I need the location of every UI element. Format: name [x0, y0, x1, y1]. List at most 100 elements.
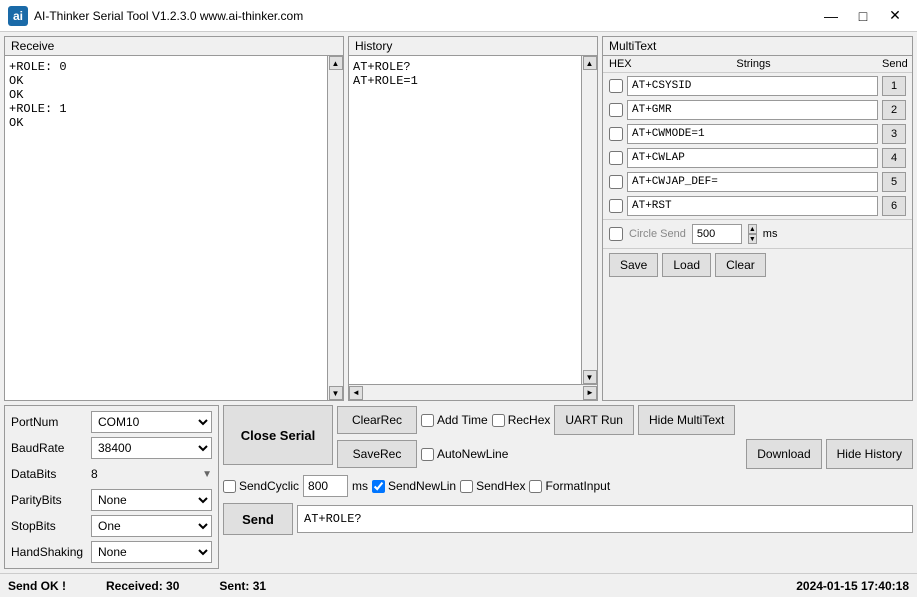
multitext-string-input-4[interactable]	[627, 148, 878, 168]
sendhex-checkbox-item: SendHex	[460, 479, 525, 493]
formatinput-checkbox-item: FormatInput	[529, 479, 610, 493]
multitext-send-btn-2[interactable]: 2	[882, 100, 906, 120]
top-panel: Receive +ROLE: 0 OK OK +ROLE: 1 OK ▲ ▼ H…	[4, 36, 913, 401]
paritybits-row: ParityBits None	[11, 488, 212, 512]
history-scrollbar-v[interactable]: ▲ ▼	[581, 56, 597, 384]
stopbits-select[interactable]: One	[91, 515, 212, 537]
autonewline-label: AutoNewLine	[437, 447, 508, 461]
saverec-button[interactable]: SaveRec	[337, 440, 417, 468]
receive-scrollbar[interactable]: ▲ ▼	[327, 56, 343, 400]
stopbits-row: StopBits One	[11, 514, 212, 538]
multitext-hex-checkbox-5[interactable]	[609, 175, 623, 189]
col-send: Send	[882, 58, 906, 70]
datetime-status: 2024-01-15 17:40:18	[796, 579, 909, 593]
multitext-string-input-3[interactable]	[627, 124, 878, 144]
history-header: History	[349, 37, 597, 56]
title-bar: ai AI-Thinker Serial Tool V1.2.3.0 www.a…	[0, 0, 917, 32]
send-text-input[interactable]	[297, 505, 913, 533]
second-row: PortNum COM10 BaudRate 38400 DataBits 8 …	[4, 405, 913, 569]
status-bar: Send OK ! Received: 30 Sent: 31 2024-01-…	[0, 573, 917, 597]
multitext-row-6: 6	[605, 195, 910, 217]
multitext-hex-checkbox-3[interactable]	[609, 127, 623, 141]
history-scrollbar-h[interactable]: ◄ ►	[349, 384, 597, 400]
ms-value-input[interactable]	[303, 475, 348, 497]
scroll-up-btn[interactable]: ▲	[329, 56, 343, 70]
minimize-button[interactable]: —	[817, 5, 845, 27]
portnum-select[interactable]: COM10	[91, 411, 212, 433]
multitext-hex-checkbox-2[interactable]	[609, 103, 623, 117]
clearrec-button[interactable]: ClearRec	[337, 406, 417, 434]
history-textarea[interactable]: AT+ROLE? AT+ROLE=1	[349, 56, 581, 384]
sendnewlin-label: SendNewLin	[388, 479, 456, 493]
maximize-button[interactable]: □	[849, 5, 877, 27]
clear-button[interactable]: Clear	[715, 253, 766, 277]
history-scroll-up[interactable]: ▲	[583, 56, 597, 70]
ms-label: ms	[763, 228, 778, 240]
sent-status: Sent: 31	[219, 579, 266, 593]
rechex-checkbox[interactable]	[492, 414, 505, 427]
sendcyclic-checkbox[interactable]	[223, 480, 236, 493]
multitext-send-btn-6[interactable]: 6	[882, 196, 906, 216]
multitext-string-input-1[interactable]	[627, 76, 878, 96]
multitext-send-btn-3[interactable]: 3	[882, 124, 906, 144]
config-panel: PortNum COM10 BaudRate 38400 DataBits 8 …	[4, 405, 219, 569]
history-scroll-down[interactable]: ▼	[583, 370, 597, 384]
scroll-h-track	[363, 385, 583, 400]
rechex-checkbox-item: RecHex	[492, 413, 551, 427]
autonewline-checkbox-item: AutoNewLine	[421, 447, 508, 461]
col-hex: HEX	[609, 58, 625, 70]
sendcyclic-checkbox-item: SendCyclic	[223, 479, 299, 493]
load-button[interactable]: Load	[662, 253, 711, 277]
close-serial-button[interactable]: Close Serial	[223, 405, 333, 465]
multitext-string-input-5[interactable]	[627, 172, 878, 192]
formatinput-checkbox[interactable]	[529, 480, 542, 493]
multitext-send-btn-4[interactable]: 4	[882, 148, 906, 168]
multitext-hex-checkbox-1[interactable]	[609, 79, 623, 93]
uart-run-button[interactable]: UART Run	[554, 405, 634, 435]
rechex-label: RecHex	[508, 413, 551, 427]
hide-history-button[interactable]: Hide History	[826, 439, 913, 469]
baudrate-label: BaudRate	[11, 441, 91, 455]
multitext-row-2: 2	[605, 99, 910, 121]
sendcyclic-label: SendCyclic	[239, 479, 299, 493]
baudrate-select[interactable]: 38400	[91, 437, 212, 459]
window-controls: — □ ✕	[817, 5, 909, 27]
multitext-string-input-6[interactable]	[627, 196, 878, 216]
circle-send-label: Circle Send	[629, 228, 686, 240]
multitext-send-btn-1[interactable]: 1	[882, 76, 906, 96]
databits-dropdown[interactable]: ▼	[202, 469, 212, 480]
paritybits-select[interactable]: None	[91, 489, 212, 511]
send-button[interactable]: Send	[223, 503, 293, 535]
scroll-down-btn[interactable]: ▼	[329, 386, 343, 400]
save-button[interactable]: Save	[609, 253, 658, 277]
download-button[interactable]: Download	[746, 439, 821, 469]
addtime-label: Add Time	[437, 413, 488, 427]
multitext-hex-checkbox-4[interactable]	[609, 151, 623, 165]
receive-content: +ROLE: 0 OK OK +ROLE: 1 OK ▲ ▼	[5, 56, 343, 400]
receive-panel: Receive +ROLE: 0 OK OK +ROLE: 1 OK ▲ ▼	[4, 36, 344, 401]
sendhex-checkbox[interactable]	[460, 480, 473, 493]
circle-send-checkbox[interactable]	[609, 227, 623, 241]
spinner-up[interactable]: ▲	[748, 224, 757, 234]
sendnewlin-checkbox[interactable]	[372, 480, 385, 493]
autonewline-checkbox[interactable]	[421, 448, 434, 461]
hide-multitext-button[interactable]: Hide MultiText	[638, 405, 735, 435]
sendhex-label: SendHex	[476, 479, 525, 493]
col-strings: Strings	[629, 58, 878, 70]
close-button[interactable]: ✕	[881, 5, 909, 27]
receive-textarea[interactable]: +ROLE: 0 OK OK +ROLE: 1 OK	[5, 56, 327, 400]
multitext-row-5: 5	[605, 171, 910, 193]
scroll-right-btn[interactable]: ►	[583, 386, 597, 400]
addtime-checkbox[interactable]	[421, 414, 434, 427]
multitext-hex-checkbox-6[interactable]	[609, 199, 623, 213]
handshaking-select[interactable]: None	[91, 541, 212, 563]
portnum-row: PortNum COM10	[11, 410, 212, 434]
multitext-header: MultiText	[603, 37, 912, 56]
second-row-mid: Close Serial ClearRec Add Time RecHex	[223, 405, 913, 535]
spinner-down[interactable]: ▼	[748, 234, 757, 244]
multitext-columns: HEX Strings Send	[603, 56, 912, 73]
multitext-string-input-2[interactable]	[627, 100, 878, 120]
multitext-send-btn-5[interactable]: 5	[882, 172, 906, 192]
scroll-left-btn[interactable]: ◄	[349, 386, 363, 400]
circle-send-input[interactable]	[692, 224, 742, 244]
